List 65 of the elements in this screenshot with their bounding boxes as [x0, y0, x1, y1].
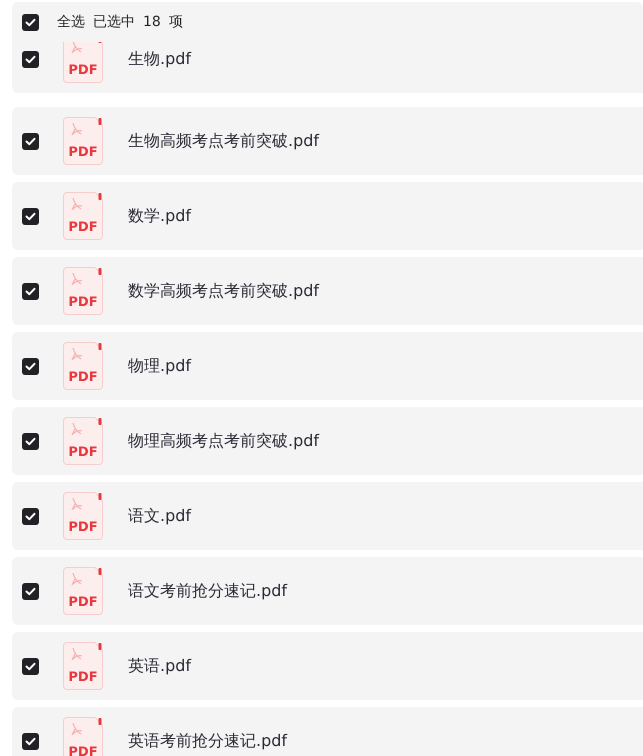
- file-name: 物理高频考点考前突破.pdf: [128, 430, 320, 452]
- file-row[interactable]: PDF 语文考前抢分速记.pdf: [12, 557, 643, 625]
- file-type-label: PDF: [67, 595, 99, 610]
- file-name: 生物.pdf: [128, 48, 192, 70]
- file-checkbox[interactable]: [22, 50, 39, 68]
- file-type-label: PDF: [67, 670, 99, 685]
- file-row[interactable]: PDF 英语考前抢分速记.pdf: [12, 707, 643, 756]
- file-name: 物理.pdf: [128, 356, 192, 376]
- file-name: 语文考前抢分速记.pdf: [128, 580, 288, 602]
- file-name: 数学高频考点考前突破.pdf: [128, 280, 320, 302]
- check-icon: [25, 662, 36, 670]
- selected-suffix: 项: [168, 13, 183, 31]
- pdf-page-icon: [63, 567, 103, 615]
- pdf-page-icon: [63, 342, 103, 390]
- pdf-page-icon: [63, 417, 103, 465]
- file-checkbox[interactable]: [22, 732, 39, 750]
- check-icon: [25, 286, 36, 296]
- selected-prefix: 已选中: [93, 13, 135, 31]
- pdf-page-icon: [63, 717, 103, 756]
- file-row[interactable]: PDF 数学高频考点考前突破.pdf: [12, 257, 643, 325]
- file-name: 语文.pdf: [128, 506, 192, 526]
- file-name: 数学.pdf: [128, 206, 192, 226]
- file-row[interactable]: PDF 生物高频考点考前突破.pdf: [12, 107, 643, 175]
- file-row[interactable]: PDF 生物.pdf: [12, 42, 643, 93]
- selected-count: 18: [143, 14, 161, 30]
- file-type-label: PDF: [67, 145, 99, 160]
- file-row[interactable]: PDF 数学.pdf: [12, 182, 643, 250]
- pdf-page-icon: [63, 192, 103, 240]
- file-row[interactable]: PDF 语文.pdf: [12, 482, 643, 550]
- file-type-label: PDF: [67, 520, 99, 535]
- file-type-label: PDF: [67, 295, 99, 310]
- file-name: 英语考前抢分速记.pdf: [128, 730, 288, 752]
- pdf-page-icon: [63, 267, 103, 315]
- check-icon: [25, 436, 36, 446]
- file-checkbox[interactable]: [22, 658, 39, 674]
- file-checkbox[interactable]: [22, 582, 39, 600]
- file-checkbox[interactable]: [22, 432, 39, 450]
- file-checkbox[interactable]: [22, 132, 39, 150]
- file-type-label: PDF: [67, 63, 99, 78]
- file-checkbox[interactable]: [22, 282, 39, 300]
- file-type-label: PDF: [67, 370, 99, 385]
- file-row[interactable]: PDF 物理.pdf: [12, 332, 643, 400]
- check-icon: [25, 736, 36, 746]
- file-checkbox[interactable]: [22, 358, 39, 374]
- check-icon: [25, 136, 36, 146]
- select-all-checkbox[interactable]: [22, 14, 39, 30]
- pdf-page-icon: [63, 642, 103, 690]
- file-row[interactable]: PDF 物理高频考点考前突破.pdf: [12, 407, 643, 475]
- check-icon: [25, 362, 36, 370]
- file-row[interactable]: PDF 英语.pdf: [12, 632, 643, 700]
- file-type-label: PDF: [67, 220, 99, 235]
- file-checkbox[interactable]: [22, 508, 39, 524]
- pdf-page-icon: [63, 492, 103, 540]
- check-icon: [25, 54, 36, 64]
- check-icon: [25, 18, 36, 26]
- pdf-page-icon: [63, 117, 103, 165]
- file-name: 生物高频考点考前突破.pdf: [128, 130, 320, 152]
- file-type-label: PDF: [67, 445, 99, 460]
- check-icon: [25, 512, 36, 520]
- select-all-label: 全选: [57, 13, 85, 31]
- file-type-label: PDF: [67, 745, 99, 756]
- file-name: 英语.pdf: [128, 656, 192, 676]
- check-icon: [25, 212, 36, 220]
- file-checkbox[interactable]: [22, 208, 39, 224]
- check-icon: [25, 586, 36, 596]
